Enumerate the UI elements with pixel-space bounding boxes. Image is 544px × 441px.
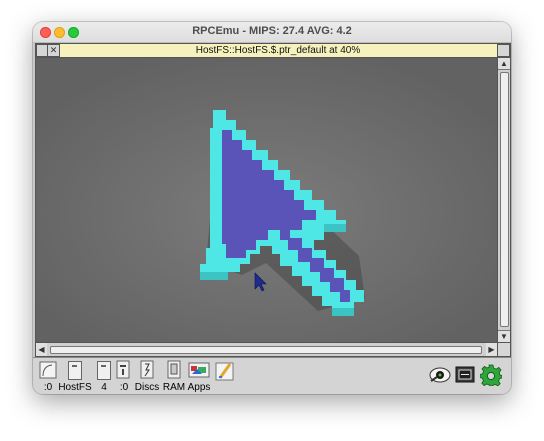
discs-icon[interactable] — [137, 360, 157, 380]
harddisc-4-icon[interactable] — [94, 360, 114, 380]
scroll-down-arrow-icon[interactable]: ▼ — [498, 330, 510, 342]
vertical-scroll-thumb[interactable] — [500, 72, 509, 327]
vertical-scrollbar[interactable]: ▲ ▼ — [497, 58, 510, 342]
scroll-left-arrow-icon[interactable]: ◀ — [36, 343, 47, 356]
viewer-titlebar[interactable]: ✕ HostFS::HostFS.$.ptr_default at 40% — [36, 44, 510, 58]
emulator-window: RPCEmu - MIPS: 27.4 AVG: 4.2 ✕ HostFS::H… — [33, 22, 511, 394]
floppy-icon[interactable] — [38, 360, 58, 380]
spy-icon[interactable] — [429, 365, 451, 385]
scroll-up-arrow-icon[interactable]: ▲ — [498, 58, 510, 70]
iconbar-label-4: 4 — [101, 382, 107, 393]
iconbar-label-hd0: :0 — [119, 382, 129, 393]
close-icon[interactable]: ✕ — [47, 44, 60, 57]
settings-gear-icon[interactable] — [479, 364, 503, 387]
icon-bar: :0 HostFS 4 :0 Discs RAM Apps — [33, 357, 511, 394]
horizontal-scroll-thumb[interactable] — [50, 346, 482, 354]
iconbar-label-apps: Apps — [187, 382, 211, 393]
harddisc-0-icon[interactable] — [114, 360, 134, 380]
iconbar-label-discs: Discs — [134, 382, 160, 393]
emulator-titlebar[interactable]: RPCEmu - MIPS: 27.4 AVG: 4.2 — [33, 22, 511, 43]
display-icon[interactable] — [455, 365, 475, 385]
hostfs-drive-icon[interactable] — [65, 360, 85, 380]
paint-icon[interactable] — [215, 360, 235, 381]
image-viewer-window: ✕ HostFS::HostFS.$.ptr_default at 40% ▲ … — [35, 43, 511, 357]
ram-disc-icon[interactable] — [165, 360, 185, 380]
pointer-image — [36, 58, 497, 342]
iconbar-label-hostfs: HostFS — [58, 382, 92, 393]
apps-icon[interactable] — [188, 360, 210, 380]
resize-handle-icon[interactable] — [497, 342, 510, 356]
image-canvas[interactable] — [36, 58, 497, 342]
horizontal-scrollbar[interactable]: ◀ ▶ — [36, 342, 497, 356]
viewer-title: HostFS::HostFS.$.ptr_default at 40% — [195, 45, 361, 56]
riscos-desktop[interactable]: ✕ HostFS::HostFS.$.ptr_default at 40% ▲ … — [33, 43, 511, 394]
toggle-size-icon[interactable] — [497, 44, 510, 57]
emulator-title: RPCEmu - MIPS: 27.4 AVG: 4.2 — [192, 25, 352, 37]
scroll-right-arrow-icon[interactable]: ▶ — [486, 343, 497, 356]
